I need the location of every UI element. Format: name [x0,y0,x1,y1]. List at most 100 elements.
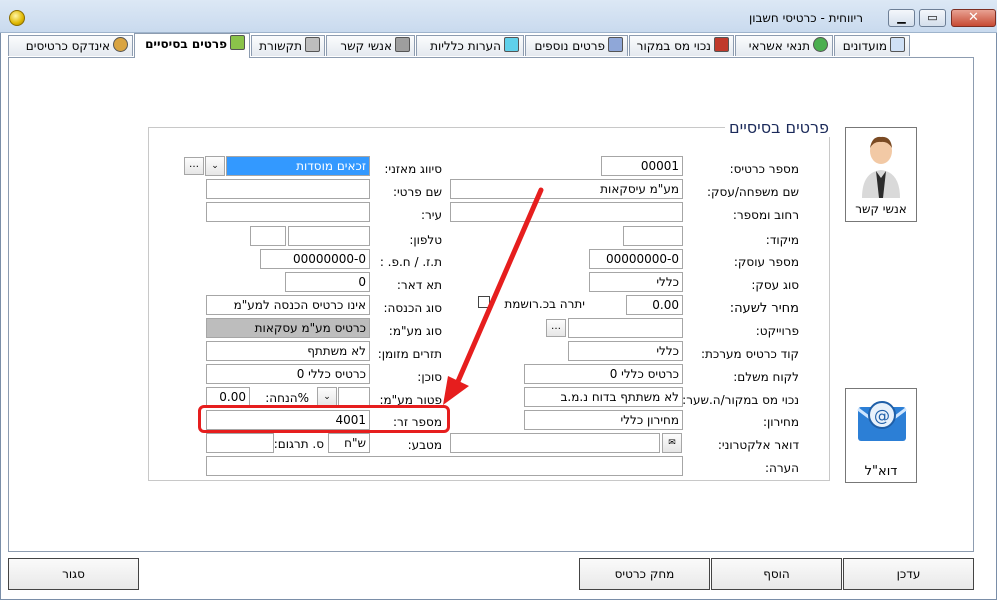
currency-field[interactable]: ש"ח [328,433,370,453]
close-window-button[interactable]: ✕ [951,9,996,27]
discount-field[interactable]: 0.00 [206,387,250,407]
tools-icon [714,37,729,52]
email-side-button[interactable]: @ דוא"ל [845,388,917,483]
book-icon [230,35,245,50]
balance-checkbox-label: יתרה בכ.רושמת [504,297,585,311]
document-icon [608,37,623,52]
hourly-price-label: מחיר לשעה: [729,301,799,316]
card-number-field[interactable]: 00001 [601,156,683,176]
tab-withholding-tax[interactable]: נכוי מס במקור [629,35,734,56]
first-name-label: שם פרטי: [392,185,442,199]
tab-basic-details[interactable]: פרטים בסיסיים [134,33,250,58]
currency-label: מטבע: [407,438,442,452]
email-label: דואר אלקטרוני: [717,438,799,452]
tab-more-details[interactable]: פרטים נוספים [525,35,628,56]
tab-clubs[interactable]: מועדונים [834,35,910,56]
cash-flow-field[interactable]: לא משתתף [206,341,370,361]
svg-text:@: @ [874,406,890,425]
tab-card-index[interactable]: אינדקס כרטיסים [8,35,133,56]
business-no-label: מספר עוסק: [733,255,799,269]
highlight-box [198,405,450,433]
tab-credit-terms[interactable]: תנאי אשראי [735,35,833,56]
withholding-field[interactable]: לא משתתף בדוח נ.מ.ב [524,387,683,407]
system-code-label: קוד כרטיס מערכת: [700,347,799,361]
contacts-side-button[interactable]: אנשי קשר [845,127,917,222]
po-box-label: תא דאר: [396,278,442,292]
balance-class-browse-button[interactable]: … [184,157,204,175]
note-field[interactable] [206,456,683,476]
business-type-label: סוג עסק: [751,278,799,292]
id-no-label: ת.ז. / ח.פ. : [379,255,442,269]
phone-icon [305,37,320,52]
person-icon [862,136,900,198]
section-title: פרטים בסיסיים [725,118,834,137]
withholding-label: נכוי מס במקור/ה.שער: [682,393,799,407]
city-field[interactable] [206,202,370,222]
system-code-field[interactable]: כללי [568,341,683,361]
phone-field[interactable] [288,226,370,246]
calendar-icon [890,37,905,52]
business-no-field[interactable]: 00000000-0 [589,249,683,269]
id-no-field[interactable]: 00000000-0 [260,249,370,269]
tab-communication[interactable]: תקשורת [251,35,325,56]
vat-type-field: כרטיס מע"מ עסקאות [206,318,370,338]
income-type-field[interactable]: אינו כרטיס הכנסה למע"מ [206,295,370,315]
balance-checkbox[interactable] [478,296,490,308]
vat-type-label: סוג מע"מ: [388,324,442,338]
balance-class-label: סיווג מאזני: [384,162,442,176]
contacts-side-label: אנשי קשר [855,202,907,216]
translation-label: ס. תרגום: [273,437,324,451]
app-icon [9,10,25,26]
family-name-field[interactable]: מע"מ עיסקאות [450,179,683,199]
vat-exempt-field[interactable] [338,387,370,407]
title-bar: ריווחית - כרטיסי חשבון ▁ ▭ ✕ [0,0,997,33]
update-button[interactable]: עדכן [843,558,974,590]
project-browse-button[interactable]: … [546,319,566,337]
window-title: ריווחית - כרטיסי חשבון [748,11,863,25]
chevron-down-icon[interactable]: ⌄ [205,156,225,176]
index-icon [113,37,128,52]
family-name-label: שם משפחה/עסק: [706,185,799,199]
po-box-field[interactable]: 0 [285,272,370,292]
street-label: רחוב ומספר: [732,208,799,222]
money-bag-icon [813,37,828,52]
zip-label: מיקוד: [765,233,799,247]
phone-prefix-field[interactable] [250,226,286,246]
tab-general-notes[interactable]: הערות כלליות [416,35,524,56]
balance-class-select[interactable]: זכאים מוסדות [226,156,370,176]
people-icon [395,37,410,52]
tab-strip: מועדונים תנאי אשראי נכוי מס במקור פרטים … [8,33,911,58]
price-list-field[interactable]: מחירון כללי [524,410,683,430]
city-label: עיר: [420,208,442,222]
close-button[interactable]: סגור [8,558,139,590]
street-field[interactable] [450,202,683,222]
edit-icon [504,37,519,52]
agent-label: סוכן: [417,370,442,384]
minimize-button[interactable]: ▁ [888,9,915,27]
note-label: הערה: [764,461,799,475]
phone-label: טלפון: [409,233,442,247]
paying-customer-label: לקוח משלם: [733,370,799,384]
price-list-label: מחירון: [762,415,799,429]
discount-label: %הנחה: [265,391,309,405]
first-name-field[interactable] [206,179,370,199]
email-side-label: דוא"ל [864,464,898,479]
paying-customer-field[interactable]: כרטיס כללי 0 [524,364,683,384]
delete-card-button[interactable]: מחק כרטיס [579,558,710,590]
add-button[interactable]: הוסף [711,558,842,590]
project-field[interactable] [568,318,683,338]
tab-contacts[interactable]: אנשי קשר [326,35,415,56]
translation-field[interactable] [206,433,274,453]
email-field[interactable] [450,433,660,453]
business-type-field[interactable]: כללי [589,272,683,292]
vat-exempt-dropdown-icon[interactable]: ⌄ [317,387,337,407]
project-label: פרוייקט: [755,324,799,338]
agent-field[interactable]: כרטיס כללי 0 [206,364,370,384]
cash-flow-label: תזרים מזומן: [377,347,442,361]
hourly-price-field[interactable]: 0.00 [626,295,683,315]
income-type-label: סוג הכנסה: [383,301,442,315]
email-icon: @ [857,401,907,441]
email-send-icon[interactable]: ✉ [662,433,682,453]
maximize-button[interactable]: ▭ [919,9,946,27]
zip-field[interactable] [623,226,683,246]
